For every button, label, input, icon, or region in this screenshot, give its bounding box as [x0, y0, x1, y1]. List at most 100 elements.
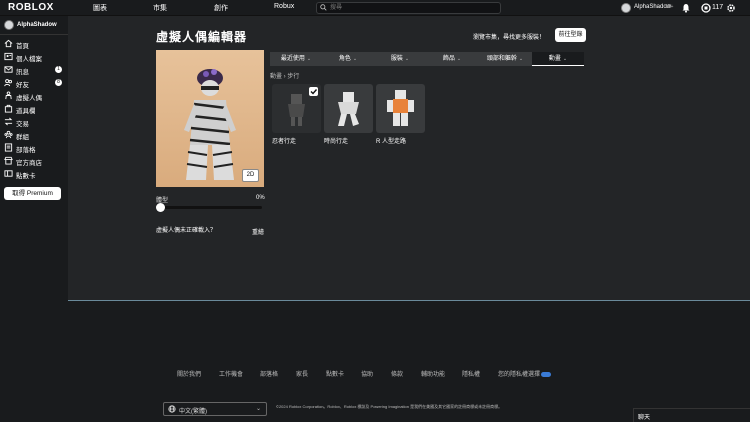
sidebar-item-friends[interactable]: 好友 8 — [4, 77, 64, 89]
footer-link-giftcards[interactable]: 點數卡 — [326, 369, 344, 378]
sidebar-item-avatar[interactable]: 虛擬人偶 — [4, 90, 64, 102]
sidebar-item-label: 好友 — [16, 82, 29, 89]
sidebar-item-profile[interactable]: 個人檔案 — [4, 51, 64, 63]
chevron-down-icon: ⌄ — [352, 56, 358, 62]
sidebar-item-label: 個人檔案 — [16, 56, 42, 63]
body-type-slider-thumb[interactable] — [156, 203, 165, 212]
sidebar-item-label: 官方商店 — [16, 160, 42, 167]
footer-link-parents[interactable]: 家長 — [296, 369, 308, 378]
chat-tab[interactable]: 聊天 — [633, 408, 750, 422]
selected-checkmark-icon — [309, 87, 318, 96]
sidebar-item-messages[interactable]: 訊息 1 — [4, 64, 64, 76]
top-bar: ROBLOX 圖表 市集 創作 Robux AlphaShadow 13+ 11… — [0, 0, 750, 16]
nav-robux[interactable]: Robux — [274, 3, 294, 10]
privacy-choices-label: 您的隱私權選擇 — [498, 372, 541, 378]
sidebar-item-giftcards[interactable]: 點數卡 — [4, 168, 64, 180]
item-name: 時尚行走 — [324, 139, 349, 145]
nav-charts[interactable]: 圖表 — [93, 3, 107, 13]
language-value: 中文(繁體) — [179, 409, 207, 415]
profile-icon — [4, 52, 13, 61]
sidebar-item-label: 交易 — [16, 121, 29, 128]
sidebar-item-inventory[interactable]: 道具欄 — [4, 103, 64, 115]
tab-label: 頭部和軀幹 — [486, 56, 517, 62]
item-thumbnail[interactable] — [272, 84, 321, 133]
sidebar-item-trade[interactable]: 交易 — [4, 116, 64, 128]
blog-icon — [4, 143, 13, 152]
tab-label: 角色 — [338, 56, 351, 62]
get-premium-button[interactable]: 取得 Premium — [4, 187, 61, 200]
sidebar-item-label: 點數卡 — [16, 173, 36, 180]
browse-marketplace-text: 瀏覽市集，尋找更多服裝！ — [473, 35, 546, 41]
globe-icon — [168, 405, 176, 413]
footer-link-privacy[interactable]: 隱私權 — [462, 369, 480, 378]
roblox-logo[interactable]: ROBLOX — [8, 2, 54, 13]
home-icon — [4, 39, 13, 48]
footer-link-help[interactable]: 協助 — [361, 369, 373, 378]
sidebar-item-blog[interactable]: 部落格 — [4, 142, 64, 154]
privacy-toggle-icon — [541, 371, 552, 377]
sidebar-item-store[interactable]: 官方商店 — [4, 155, 64, 167]
tab-animations[interactable]: 動畫 ⌄ — [532, 52, 584, 66]
go-to-catalog-button[interactable]: 前往型錄 — [555, 28, 586, 42]
footer-link-about[interactable]: 關於我們 — [177, 369, 201, 378]
tab-head-body[interactable]: 頭部和軀幹 ⌄ — [478, 52, 532, 66]
sidebar-item-label: 首頁 — [16, 43, 29, 50]
divider — [0, 34, 68, 35]
footer-link-privacy-choices[interactable]: 您的隱私權選擇 — [498, 369, 552, 378]
tab-label: 最近使用 — [280, 56, 305, 62]
avatar-not-loaded-text: 虛擬人偶未正確載入？ — [156, 228, 217, 234]
giftcard-icon — [4, 170, 13, 177]
avatar-figure — [184, 69, 236, 180]
tab-accessories[interactable]: 飾品 ⌄ — [426, 52, 478, 66]
footer-link-blog[interactable]: 部落格 — [260, 369, 278, 378]
search-icon — [320, 4, 327, 11]
store-icon — [4, 156, 13, 165]
avatar-preview[interactable]: 2D — [156, 50, 264, 187]
2d-toggle-button[interactable]: 2D — [242, 169, 259, 182]
footer: 關於我們 工作機會 部落格 家長 點數卡 協助 條款 輔助功能 隱私權 您的隱私… — [68, 301, 750, 422]
sidebar: AlphaShadow 首頁 個人檔案 訊息 1 好友 8 虛擬人偶 道具欄 交… — [0, 16, 68, 422]
avatar-editor-main: 虛擬人偶編輯器 瀏覽市集，尋找更多服裝！ 前往型錄 2D 體型 0% 虛擬人偶未… — [68, 16, 750, 300]
chevron-down-icon: ⌄ — [456, 56, 462, 62]
item-thumbnail[interactable] — [324, 84, 373, 133]
language-select[interactable]: 中文(繁體) ⌄ — [163, 402, 267, 416]
friends-icon — [4, 79, 13, 87]
inventory-icon — [4, 104, 13, 113]
tab-label: 服裝 — [390, 56, 403, 62]
friend-request-badge: 8 — [55, 79, 62, 86]
avatar-thumbnail[interactable] — [621, 3, 631, 13]
category-tabs: 最近使用 ⌄ 角色 ⌄ 服裝 ⌄ 飾品 ⌄ 頭部和軀幹 ⌄ 動畫 ⌄ — [270, 52, 584, 66]
sidebar-item-label: 虛擬人偶 — [16, 95, 42, 102]
breadcrumb[interactable]: 動畫 › 步行 — [270, 71, 299, 80]
message-icon — [4, 66, 13, 73]
sidebar-item-home[interactable]: 首頁 — [4, 38, 64, 50]
tab-recent[interactable]: 最近使用 ⌄ — [270, 52, 322, 66]
redraw-link[interactable]: 重繪 — [252, 227, 264, 236]
chevron-down-icon: ⌄ — [404, 56, 410, 62]
tab-label: 動畫 — [548, 56, 561, 62]
tab-label: 飾品 — [442, 56, 455, 62]
gear-icon[interactable] — [726, 3, 736, 13]
footer-link-accessibility[interactable]: 輔助功能 — [421, 369, 445, 378]
sidebar-item-groups[interactable]: 群組 — [4, 129, 64, 141]
footer-link-terms[interactable]: 條款 — [391, 369, 403, 378]
page-title: 虛擬人偶編輯器 — [156, 30, 248, 44]
chevron-down-icon: ⌄ — [562, 56, 568, 62]
chevron-down-icon: ⌄ — [518, 56, 524, 62]
robux-icon[interactable] — [701, 3, 711, 13]
footer-link-jobs[interactable]: 工作機會 — [219, 369, 243, 378]
item-name: 忍者行走 — [272, 139, 297, 145]
tab-characters[interactable]: 角色 ⌄ — [322, 52, 374, 66]
tab-clothing[interactable]: 服裝 ⌄ — [374, 52, 426, 66]
search-input[interactable] — [330, 3, 498, 13]
item-thumbnail[interactable] — [376, 84, 425, 133]
avatar — [4, 20, 14, 30]
sidebar-item-label: 部落格 — [16, 147, 36, 154]
notification-bell-icon[interactable] — [681, 3, 691, 13]
nav-create[interactable]: 創作 — [214, 3, 228, 13]
search-box[interactable] — [316, 2, 501, 14]
robux-count[interactable]: 117 — [712, 4, 723, 11]
nav-marketplace[interactable]: 市集 — [153, 3, 167, 13]
body-type-slider-track[interactable] — [158, 206, 262, 209]
item-name: R 人型走路 — [376, 139, 407, 145]
